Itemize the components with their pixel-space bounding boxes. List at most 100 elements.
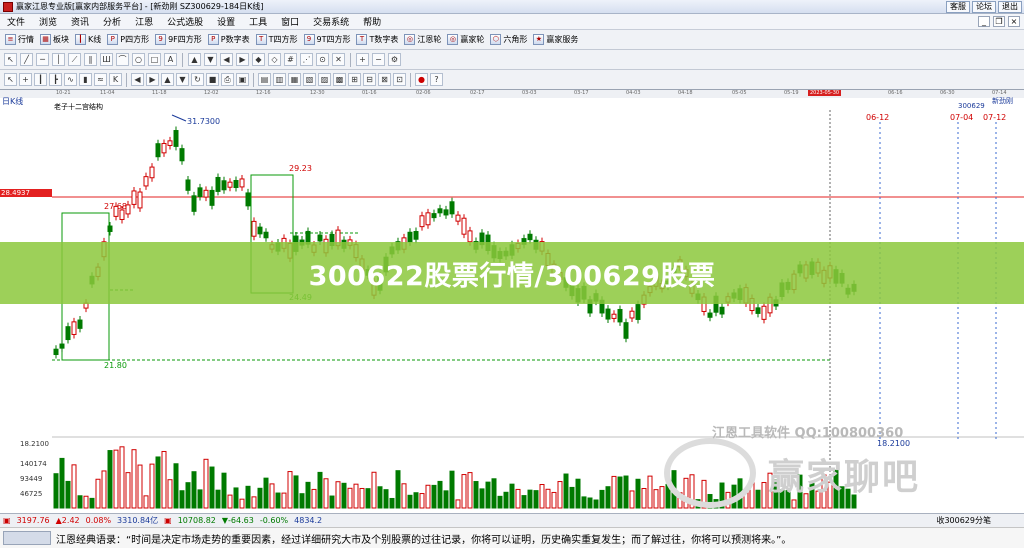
candle-body xyxy=(185,179,191,191)
volume-bar xyxy=(311,488,317,509)
volume-bar xyxy=(215,489,221,509)
candle-body xyxy=(137,191,143,209)
candle-body xyxy=(455,214,461,222)
volume-bar xyxy=(131,449,137,509)
stock-name: 新劲刚 xyxy=(992,97,1013,105)
volume-bar xyxy=(521,495,527,509)
volume-bar xyxy=(623,475,629,509)
candle-body xyxy=(131,190,137,205)
volume-bar xyxy=(443,490,449,509)
volume-bar xyxy=(125,472,131,509)
volume-bar xyxy=(755,489,761,509)
volume-bar xyxy=(479,488,485,509)
volume-bar xyxy=(77,495,83,509)
sh-index-change: ▲2.42 xyxy=(55,516,80,525)
volume-axis-label: 93449 xyxy=(20,475,43,483)
price-marker: 28.4937 xyxy=(0,189,52,197)
candle-body xyxy=(167,140,173,146)
volume-axis-label: 46725 xyxy=(20,490,43,498)
volume-bar xyxy=(251,496,257,509)
volume-bar xyxy=(497,495,503,509)
candle-body xyxy=(155,143,161,158)
candle-body xyxy=(173,130,179,147)
candle-body xyxy=(719,306,725,315)
candle-body xyxy=(143,176,149,187)
volume-bar xyxy=(359,487,365,509)
volume-bar xyxy=(89,497,95,509)
volume-bar xyxy=(545,488,551,509)
candle-body xyxy=(425,212,431,226)
volume-bar xyxy=(257,487,263,509)
volume-bar xyxy=(323,478,329,509)
volume-bar xyxy=(485,481,491,509)
sz-index-value: 10708.82 xyxy=(177,516,216,525)
volume-bar xyxy=(449,470,455,509)
volume-bar xyxy=(113,449,119,509)
structure-label: 老子十二宫结构 xyxy=(54,103,103,111)
volume-bar xyxy=(269,483,275,509)
candle-body xyxy=(197,187,203,198)
volume-bar xyxy=(197,489,203,509)
volume-bar xyxy=(347,487,353,509)
volume-bar xyxy=(659,486,665,509)
candle-body xyxy=(413,231,419,240)
volume-bar xyxy=(65,480,71,509)
volume-axis-label: 18.2100 xyxy=(20,440,49,448)
future-date-label: 06-12 xyxy=(866,113,889,122)
volume-bar xyxy=(461,474,467,509)
volume-bar xyxy=(425,484,431,509)
volume-bar xyxy=(419,493,425,509)
volume-bar xyxy=(557,481,563,509)
volume-bar xyxy=(647,475,653,509)
volume-bar xyxy=(281,492,287,509)
volume-bar xyxy=(575,478,581,509)
volume-bar xyxy=(83,495,89,509)
volume-bar xyxy=(101,470,107,509)
volume-bar xyxy=(53,473,59,509)
volume-bar xyxy=(59,457,65,509)
volume-bar xyxy=(143,495,149,509)
volume-bar xyxy=(341,482,347,509)
candle-body xyxy=(203,189,209,198)
candle-body xyxy=(215,176,221,192)
volume-bar xyxy=(95,478,101,509)
volume-bar xyxy=(599,489,605,509)
volume-bar xyxy=(491,478,497,509)
volume-bar xyxy=(239,498,245,509)
sz-index-volume: 4834.2 xyxy=(294,516,323,525)
sz-index-pct: -0.60% xyxy=(259,516,289,525)
volume-bar xyxy=(527,489,533,509)
candle-body xyxy=(263,231,269,239)
volume-bar xyxy=(335,481,341,509)
watermark-text: 江恩工具软件 QQ:100800360 xyxy=(712,426,904,441)
volume-bar xyxy=(389,497,395,509)
low-label: 21.80 xyxy=(104,361,127,370)
candle-body xyxy=(53,348,59,356)
volume-bar xyxy=(137,464,143,509)
volume-bar xyxy=(467,472,473,509)
watermark-logo xyxy=(664,438,756,508)
period-label: 日K线 xyxy=(2,97,24,106)
volume-bar xyxy=(299,493,305,509)
candle-body xyxy=(611,313,617,319)
candle-body xyxy=(107,225,113,232)
candle-body xyxy=(77,319,83,329)
sz-index-icon: ▣ xyxy=(164,516,172,525)
future-date-label: 07-04 xyxy=(950,113,973,122)
volume-bar xyxy=(377,486,383,509)
article-banner: 300622股票行情/300629股票 xyxy=(0,242,1024,304)
candle-body xyxy=(629,310,635,319)
volume-bar xyxy=(509,483,515,509)
volume-bar xyxy=(149,463,155,509)
quote-logo xyxy=(3,531,51,545)
future-date-label: 07-12 xyxy=(983,113,1006,122)
candle-body xyxy=(437,208,443,214)
candle-body xyxy=(191,195,197,212)
high-marker xyxy=(171,114,187,122)
candle-body xyxy=(233,180,239,189)
candle-body xyxy=(161,143,167,154)
volume-bar xyxy=(791,499,797,509)
quote-bar: 江恩经典语录：“时间是决定市场走势的重要因素，经过详细研究大市及个别股票的过往记… xyxy=(0,527,1024,548)
tick-data-label[interactable]: 收300629分笔 xyxy=(933,515,994,526)
candle-body xyxy=(443,209,449,216)
